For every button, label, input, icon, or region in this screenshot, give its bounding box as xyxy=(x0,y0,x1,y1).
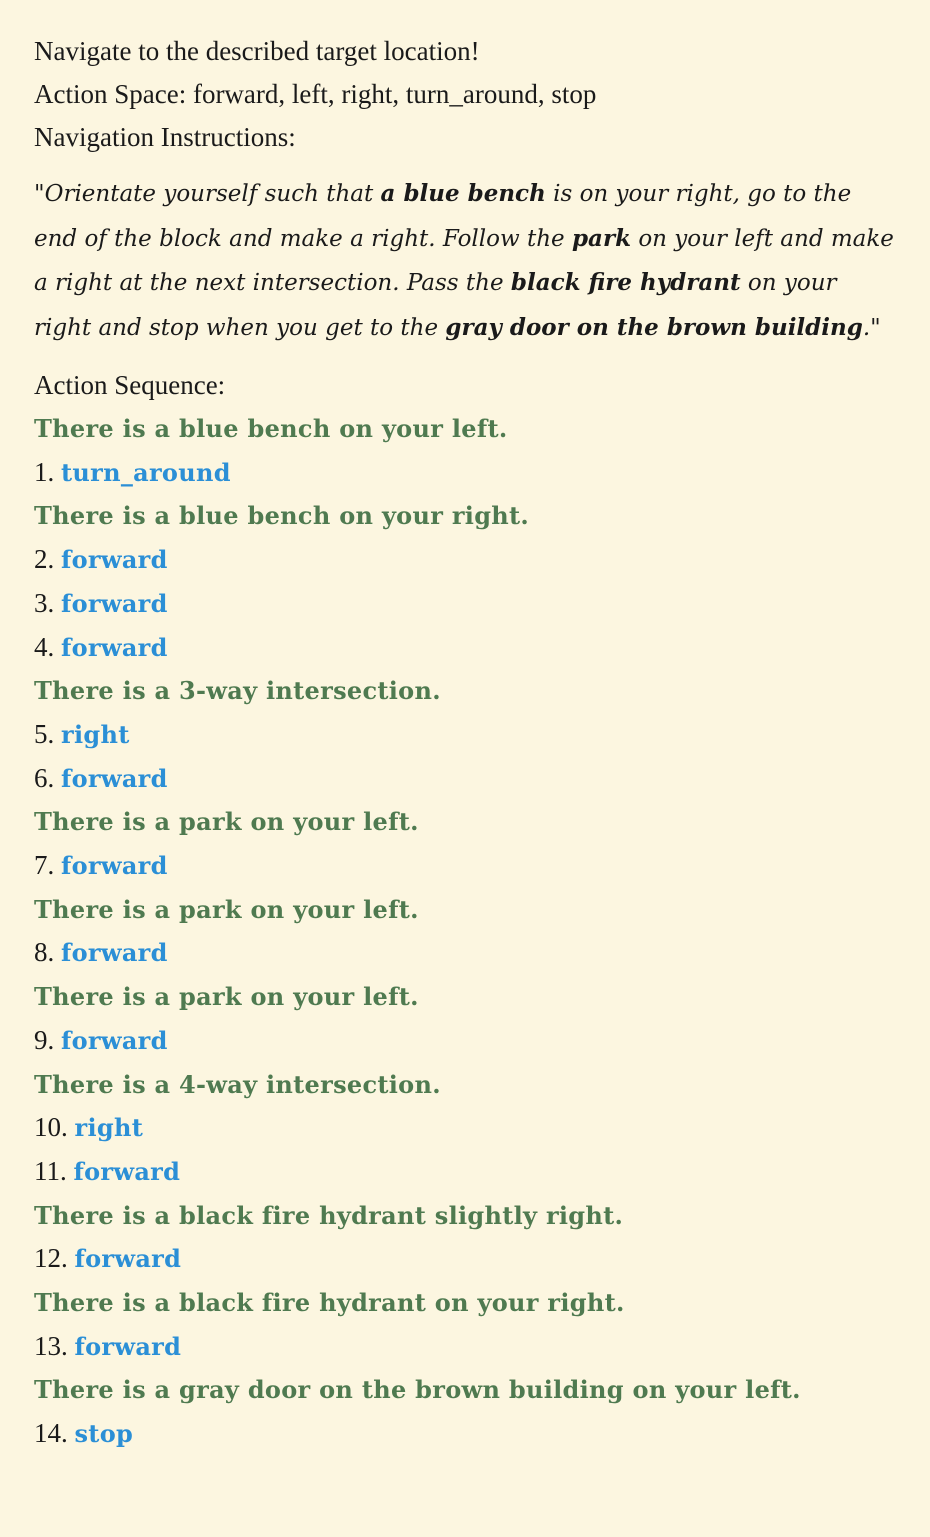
action-sequence-label: Action Sequence: xyxy=(34,370,226,400)
action-step: 8. forward xyxy=(34,931,900,975)
action-step: 4. forward xyxy=(34,626,900,670)
step-number: 2. xyxy=(34,544,55,575)
step-number: 4. xyxy=(34,631,55,662)
instruction-quote: "Orientate yourself such that a blue ben… xyxy=(34,172,896,350)
action-step: 10. right xyxy=(34,1106,900,1150)
action-step: 1. turn_around xyxy=(34,451,900,495)
action-step: 3. forward xyxy=(34,582,900,626)
action-name: forward xyxy=(73,1156,181,1186)
action-name: stop xyxy=(74,1419,134,1449)
action-name: forward xyxy=(61,851,168,881)
action-step: 6. forward xyxy=(34,757,900,801)
observation-line: There is a gray door on the brown buildi… xyxy=(34,1375,801,1405)
observation-line: There is a 4-way intersection. xyxy=(34,1069,441,1099)
step-number: 1. xyxy=(34,456,55,487)
open-quote: " xyxy=(34,181,45,207)
action-name: forward xyxy=(61,1025,168,1055)
action-step: 7. forward xyxy=(34,844,900,888)
step-number: 9. xyxy=(34,1024,55,1055)
action-name: forward xyxy=(61,588,168,618)
step-number: 12. xyxy=(34,1243,68,1274)
observation-line: There is a blue bench on your right. xyxy=(34,501,530,531)
step-number: 6. xyxy=(34,762,55,793)
step-number: 3. xyxy=(34,587,55,618)
action-sequence-list: There is a blue bench on your left. 1. tu… xyxy=(34,407,900,1456)
landmark-park: park xyxy=(571,224,632,252)
navigation-instructions-label: Navigation Instructions: xyxy=(34,122,296,152)
action-step: 13. forward xyxy=(34,1325,900,1369)
landmark-blue-bench: a blue bench xyxy=(380,180,546,207)
landmark-fire-hydrant: black fire hydrant xyxy=(510,269,741,296)
observation-line: There is a blue bench on your left. xyxy=(34,414,508,443)
document-page: Navigate to the described target locatio… xyxy=(0,0,930,1537)
action-step: 2. forward xyxy=(34,538,900,582)
action-step: 9. forward xyxy=(34,1019,900,1063)
action-name: right xyxy=(61,719,130,749)
observation-line: There is a park on your left. xyxy=(34,807,419,837)
action-step: 11. forward xyxy=(34,1150,900,1194)
observation-line: There is a park on your left. xyxy=(34,894,419,924)
observation-line: There is a black fire hydrant on your ri… xyxy=(34,1288,625,1318)
action-name: forward xyxy=(74,1244,182,1274)
action-step: 5. right xyxy=(34,713,900,757)
step-number: 7. xyxy=(34,850,55,881)
action-name: forward xyxy=(74,1331,182,1361)
close-quote: " xyxy=(870,314,881,341)
action-name: forward xyxy=(61,763,168,793)
action-name: forward xyxy=(61,938,168,968)
step-number: 5. xyxy=(34,718,55,749)
action-space-text: Action Space: forward, left, right, turn… xyxy=(34,79,597,109)
step-number: 14. xyxy=(34,1418,68,1449)
step-number: 10. xyxy=(34,1112,68,1143)
action-name: turn_around xyxy=(61,457,231,487)
action-name: right xyxy=(74,1113,144,1143)
observation-line: There is a park on your left. xyxy=(34,982,419,1012)
observation-line: There is a 3-way intersection. xyxy=(34,676,441,706)
observation-line: There is a black fire hydrant slightly r… xyxy=(34,1200,624,1230)
action-name: forward xyxy=(61,632,168,662)
intro-text: Navigate to the described target locatio… xyxy=(34,36,480,66)
action-step: 12. forward xyxy=(34,1237,900,1281)
step-number: 8. xyxy=(34,937,55,968)
action-step: 14. stop xyxy=(34,1412,900,1456)
landmark-gray-door: gray door on the brown building xyxy=(445,313,863,341)
action-name: forward xyxy=(61,545,168,575)
step-number: 11. xyxy=(34,1155,67,1186)
step-number: 13. xyxy=(34,1330,68,1361)
instruction-part-1: Orientate yourself such that xyxy=(44,181,381,207)
